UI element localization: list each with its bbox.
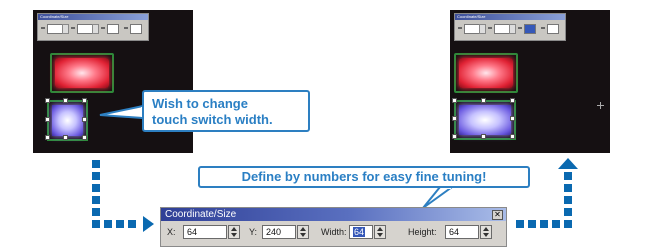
- resize-handle-e[interactable]: [82, 117, 87, 122]
- arrow-dash: [92, 184, 100, 192]
- numbers-callout-pointer: [422, 186, 456, 209]
- resize-handle-se[interactable]: [82, 135, 87, 140]
- mini-width-field[interactable]: [107, 24, 119, 34]
- mini-y-label: [70, 24, 76, 32]
- crosshair-icon: [597, 102, 604, 109]
- mini-y-field[interactable]: [494, 24, 510, 34]
- x-spinner[interactable]: [228, 225, 240, 239]
- arrow-dash: [516, 220, 524, 228]
- mini-height-field[interactable]: [547, 24, 559, 34]
- mini-y-field[interactable]: [77, 24, 93, 34]
- mini-y-label: [487, 24, 493, 32]
- resize-handle-sw[interactable]: [452, 134, 457, 139]
- resize-handle-s[interactable]: [63, 135, 68, 140]
- resize-handle-n[interactable]: [63, 98, 68, 103]
- x-label: X:: [167, 227, 176, 237]
- red-switch-glow: [459, 58, 513, 88]
- arrow-dash: [128, 220, 136, 228]
- resize-handle-nw[interactable]: [45, 98, 50, 103]
- mini-x-spinner[interactable]: [62, 24, 69, 34]
- mini-x-spinner[interactable]: [479, 24, 486, 34]
- mini-x-field[interactable]: [47, 24, 63, 34]
- mini-width-field[interactable]: [524, 24, 536, 34]
- mini-y-spinner[interactable]: [92, 24, 99, 34]
- y-label: Y:: [249, 227, 258, 237]
- arrow-up-icon: [558, 158, 578, 169]
- height-label: Height:: [408, 227, 437, 237]
- mini-window-title: Coordinate/Size: [38, 14, 148, 20]
- callout-change-width: Wish to change touch switch width.: [142, 90, 310, 132]
- arrow-dash: [92, 196, 100, 204]
- resize-handle-ne[interactable]: [82, 98, 87, 103]
- resize-handle-w[interactable]: [452, 116, 457, 121]
- mini-field-row: [455, 23, 565, 35]
- mini-field-row: [38, 23, 148, 35]
- mini-height-label: [540, 24, 546, 32]
- arrow-dash: [116, 220, 124, 228]
- width-value: 64: [353, 227, 366, 237]
- y-input[interactable]: 240: [262, 225, 296, 239]
- coordinate-size-dialog: Coordinate/Size ✕ X: 64 Y: 240 Width: 64…: [160, 207, 507, 247]
- mini-height-label: [123, 24, 129, 32]
- arrow-dash: [104, 220, 112, 228]
- arrow-dash: [92, 172, 100, 180]
- arrow-dash: [540, 220, 548, 228]
- dialog-title: Coordinate/Size: [165, 209, 237, 220]
- editor-screen-after: Coordinate/Size: [450, 10, 610, 153]
- dialog-title-bar[interactable]: Coordinate/Size ✕: [161, 208, 506, 221]
- mini-x-label: [40, 24, 46, 32]
- resize-handle-ne[interactable]: [510, 98, 515, 103]
- close-icon[interactable]: ✕: [492, 210, 503, 220]
- arrow-dash: [92, 160, 100, 168]
- mini-coordinate-window: Coordinate/Size: [454, 13, 566, 41]
- arrow-dash: [528, 220, 536, 228]
- callout-line-1: Wish to change: [152, 96, 248, 111]
- arrow-dash: [552, 220, 560, 228]
- callout-define-by-numbers: Define by numbers for easy fine tuning!: [198, 166, 530, 188]
- callout-line-2: touch switch width.: [152, 112, 273, 127]
- mini-x-field[interactable]: [464, 24, 480, 34]
- resize-handle-n[interactable]: [481, 98, 486, 103]
- blue-switch-glow: [459, 105, 511, 135]
- resize-handle-nw[interactable]: [452, 98, 457, 103]
- mini-height-field[interactable]: [130, 24, 142, 34]
- red-touch-switch[interactable]: [50, 53, 114, 93]
- height-value: 64: [449, 227, 460, 237]
- y-value: 240: [266, 227, 282, 237]
- height-input[interactable]: 64: [445, 225, 479, 239]
- mini-width-label: [517, 24, 523, 32]
- arrow-dash: [92, 208, 100, 216]
- arrow-dash: [92, 220, 100, 228]
- mini-width-label: [100, 24, 106, 32]
- mini-window-title: Coordinate/Size: [455, 14, 565, 20]
- resize-handle-w[interactable]: [45, 117, 50, 122]
- x-input[interactable]: 64: [183, 225, 227, 239]
- width-label: Width:: [321, 227, 347, 237]
- resize-handle-se[interactable]: [510, 134, 515, 139]
- mini-coordinate-window: Coordinate/Size: [37, 13, 149, 41]
- y-spinner[interactable]: [297, 225, 309, 239]
- x-value: 64: [187, 227, 198, 237]
- arrow-right-icon: [143, 216, 154, 232]
- blue-switch-glow: [52, 105, 83, 136]
- arrow-dash: [564, 196, 572, 204]
- red-switch-glow: [55, 58, 109, 88]
- height-spinner[interactable]: [480, 225, 492, 239]
- arrow-dash: [564, 184, 572, 192]
- resize-handle-s[interactable]: [481, 134, 486, 139]
- arrow-dash: [564, 172, 572, 180]
- arrow-dash: [564, 208, 572, 216]
- resize-handle-e[interactable]: [510, 116, 515, 121]
- mini-x-label: [457, 24, 463, 32]
- width-spinner[interactable]: [374, 225, 386, 239]
- red-touch-switch[interactable]: [454, 53, 518, 93]
- mini-y-spinner[interactable]: [509, 24, 516, 34]
- width-input[interactable]: 64: [349, 225, 373, 239]
- arrow-dash: [564, 220, 572, 228]
- resize-handle-sw[interactable]: [45, 135, 50, 140]
